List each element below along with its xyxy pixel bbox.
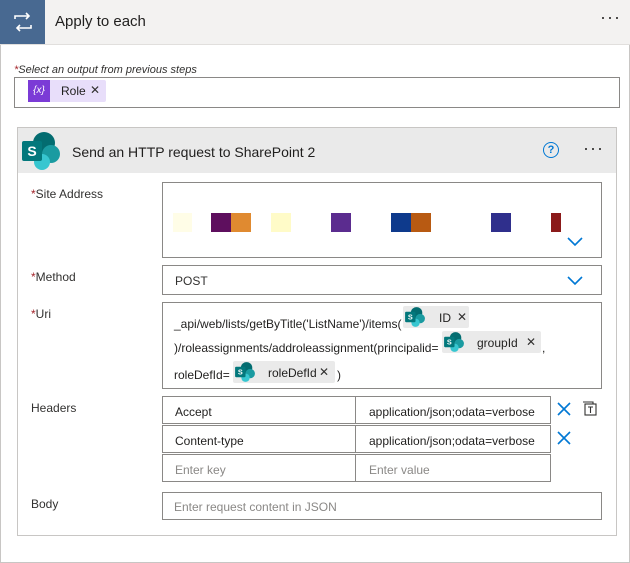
header-value-placeholder: Enter value bbox=[369, 463, 430, 477]
chevron-down-icon[interactable] bbox=[567, 237, 583, 247]
remove-token-icon[interactable]: ✕ bbox=[90, 83, 100, 97]
site-address-label: *Site Address bbox=[31, 187, 104, 201]
delete-row-icon[interactable] bbox=[557, 402, 571, 416]
redacted-block bbox=[491, 213, 511, 232]
svg-text:S: S bbox=[27, 143, 36, 159]
redacted-block bbox=[551, 213, 561, 232]
groupid-token-label: groupId bbox=[477, 336, 518, 350]
uri-text-segment: roleDefId= bbox=[174, 368, 230, 382]
sharepoint-token-icon: S bbox=[235, 362, 255, 382]
redacted-block bbox=[231, 213, 251, 232]
header-key-input[interactable]: Content-type bbox=[162, 425, 356, 453]
redacted-block bbox=[411, 213, 431, 232]
http-request-title: Send an HTTP request to SharePoint 2 bbox=[72, 144, 316, 160]
uri-text-segment: , bbox=[542, 341, 546, 355]
body-label: Body bbox=[31, 497, 59, 511]
uri-text-segment: )/roleassignments/addroleassignment(prin… bbox=[174, 341, 439, 355]
redacted-block bbox=[271, 213, 291, 232]
header-value-input[interactable]: application/json;odata=verbose bbox=[355, 396, 551, 424]
redacted-block bbox=[331, 213, 351, 232]
header-value-input[interactable]: Enter value bbox=[355, 454, 551, 482]
body-placeholder: Enter request content in JSON bbox=[174, 500, 337, 514]
apply-to-each-title: Apply to each bbox=[55, 13, 146, 30]
delete-row-icon[interactable] bbox=[557, 431, 571, 445]
headers-label: Headers bbox=[31, 401, 77, 415]
method-value: POST bbox=[175, 274, 208, 288]
sharepoint-token-icon: S bbox=[405, 307, 425, 327]
header-value-input[interactable]: application/json;odata=verbose bbox=[355, 425, 551, 453]
uri-text-segment: ) bbox=[337, 368, 341, 382]
variable-icon: {x} bbox=[28, 80, 50, 102]
roledefid-token[interactable]: S roleDefId ✕ bbox=[233, 361, 335, 383]
redacted-block bbox=[173, 213, 192, 232]
loop-icon bbox=[0, 0, 45, 44]
id-token-label: ID bbox=[439, 311, 451, 325]
groupid-token[interactable]: S groupId ✕ bbox=[442, 331, 541, 353]
header-key-value: Content-type bbox=[175, 434, 244, 448]
remove-token-icon[interactable]: ✕ bbox=[526, 335, 536, 349]
action-more-options-icon[interactable]: ··· bbox=[583, 139, 604, 157]
header-key-input[interactable]: Accept bbox=[162, 396, 356, 424]
chevron-down-icon[interactable] bbox=[567, 276, 583, 286]
role-token-label: Role bbox=[61, 84, 86, 98]
redacted-block bbox=[211, 213, 231, 232]
remove-token-icon[interactable]: ✕ bbox=[457, 310, 467, 324]
uri-label: *Uri bbox=[31, 307, 51, 321]
uri-label-text: Uri bbox=[35, 307, 51, 321]
help-icon[interactable]: ? bbox=[543, 142, 559, 158]
svg-text:S: S bbox=[408, 313, 413, 322]
more-options-icon[interactable]: ··· bbox=[600, 8, 621, 26]
select-output-label-text: Select an output from previous steps bbox=[18, 64, 197, 76]
sharepoint-token-icon: S bbox=[444, 332, 464, 352]
body-input[interactable]: Enter request content in JSON bbox=[162, 492, 602, 520]
switch-to-text-mode-icon[interactable] bbox=[582, 400, 598, 416]
method-dropdown[interactable]: POST bbox=[162, 265, 602, 295]
select-output-label: *Select an output from previous steps bbox=[14, 64, 197, 76]
header-value-value: application/json;odata=verbose bbox=[369, 434, 535, 448]
svg-text:S: S bbox=[238, 368, 243, 377]
header-key-input[interactable]: Enter key bbox=[162, 454, 356, 482]
sharepoint-icon: S bbox=[18, 128, 64, 177]
role-token[interactable]: {x} Role ✕ bbox=[28, 80, 106, 102]
roledefid-token-label: roleDefId bbox=[268, 366, 317, 380]
uri-field[interactable]: _api/web/lists/getByTitle('ListName')/it… bbox=[162, 302, 602, 389]
remove-token-icon[interactable]: ✕ bbox=[319, 365, 329, 379]
method-label-text: Method bbox=[35, 270, 76, 284]
header-key-value: Accept bbox=[175, 405, 212, 419]
method-label: *Method bbox=[31, 270, 76, 284]
redacted-block bbox=[391, 213, 411, 232]
header-key-placeholder: Enter key bbox=[175, 463, 226, 477]
site-address-label-text: Site Address bbox=[35, 187, 104, 201]
svg-text:S: S bbox=[447, 338, 452, 347]
site-address-field[interactable] bbox=[162, 182, 602, 258]
header-value-value: application/json;odata=verbose bbox=[369, 405, 535, 419]
uri-text-segment: _api/web/lists/getByTitle('ListName')/it… bbox=[174, 317, 402, 331]
id-token[interactable]: S ID ✕ bbox=[403, 306, 469, 328]
